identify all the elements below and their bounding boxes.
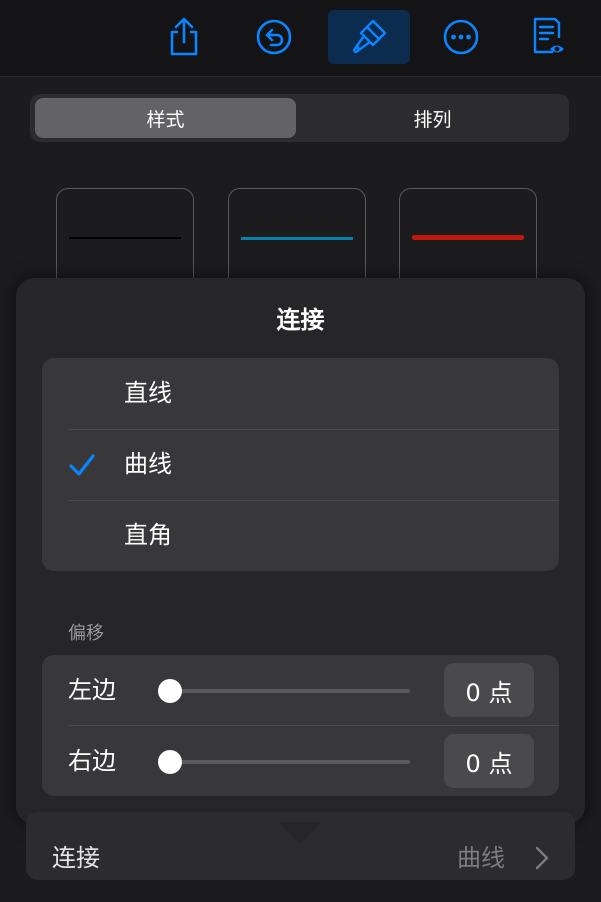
- right-offset-label: 右边: [68, 747, 116, 775]
- popover-title: 连接: [276, 306, 325, 334]
- right-offset-slider-thumb[interactable]: [158, 750, 182, 774]
- option-right-angle[interactable]: 直角: [42, 500, 559, 571]
- right-offset-slider-track[interactable]: [168, 760, 410, 764]
- line-sample-teal: [241, 237, 353, 240]
- left-offset-value-field[interactable]: 0 点: [444, 663, 534, 717]
- tab-style[interactable]: 样式: [35, 98, 296, 138]
- share-icon: [170, 17, 198, 56]
- checkmark-icon: [69, 454, 95, 476]
- more-icon: [443, 19, 479, 55]
- option-curved-label: 曲线: [124, 450, 172, 478]
- reading-view-button[interactable]: [521, 10, 577, 64]
- connection-popover: 连接 直线 曲线 直角 偏移 左边 0 点 右边 0 点: [16, 278, 585, 824]
- more-button[interactable]: [433, 10, 489, 64]
- format-button[interactable]: [328, 10, 410, 64]
- connection-row-value: 曲线: [457, 844, 505, 872]
- toolbar: [0, 0, 601, 77]
- offset-sliders-group: 左边 0 点 右边 0 点: [42, 655, 559, 796]
- left-offset-slider-thumb[interactable]: [158, 679, 182, 703]
- connection-options-list: 直线 曲线 直角: [42, 358, 559, 571]
- undo-icon: [256, 19, 292, 55]
- undo-button[interactable]: [246, 10, 302, 64]
- format-brush-icon: [352, 19, 387, 54]
- connection-row-label: 连接: [52, 844, 100, 872]
- reading-view-icon: [533, 17, 564, 54]
- left-offset-slider-track[interactable]: [168, 689, 410, 693]
- offset-section-label: 偏移: [68, 623, 104, 644]
- tab-arrange[interactable]: 排列: [302, 98, 563, 138]
- share-button[interactable]: [156, 10, 212, 64]
- line-sample-red: [412, 235, 524, 240]
- popover-arrow: [278, 822, 322, 844]
- right-offset-value-field[interactable]: 0 点: [444, 734, 534, 788]
- option-curved[interactable]: 曲线: [42, 429, 559, 500]
- style-arrange-segmented-control: 样式 排列: [30, 94, 569, 142]
- option-straight-label: 直线: [124, 379, 172, 407]
- left-offset-label: 左边: [68, 676, 116, 704]
- left-offset-row: 左边 0 点: [42, 655, 559, 725]
- right-offset-row: 右边 0 点: [42, 726, 559, 796]
- chevron-right-icon: [535, 846, 549, 870]
- option-right-angle-label: 直角: [124, 521, 172, 549]
- line-sample-black: [69, 237, 181, 239]
- option-straight[interactable]: 直线: [42, 358, 559, 429]
